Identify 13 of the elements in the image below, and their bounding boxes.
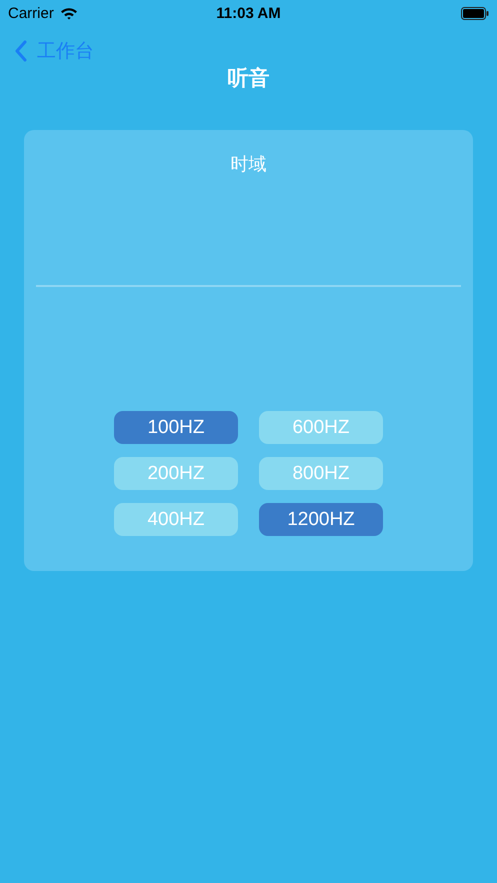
frequency-button[interactable]: 1200HZ [259, 503, 383, 536]
chevron-left-icon [14, 40, 27, 62]
battery-icon [460, 6, 489, 20]
status-time: 11:03 AM [216, 4, 281, 22]
frequency-button[interactable]: 100HZ [114, 411, 238, 444]
frequency-button[interactable]: 600HZ [259, 411, 383, 444]
wifi-icon [60, 6, 78, 20]
frequency-button[interactable]: 400HZ [114, 503, 238, 536]
page-title: 听音 [226, 65, 270, 92]
frequency-button[interactable]: 200HZ [114, 457, 238, 490]
carrier-label: Carrier [8, 4, 54, 22]
chart-title: 时域 [230, 153, 266, 176]
frequency-button[interactable]: 800HZ [259, 457, 383, 490]
